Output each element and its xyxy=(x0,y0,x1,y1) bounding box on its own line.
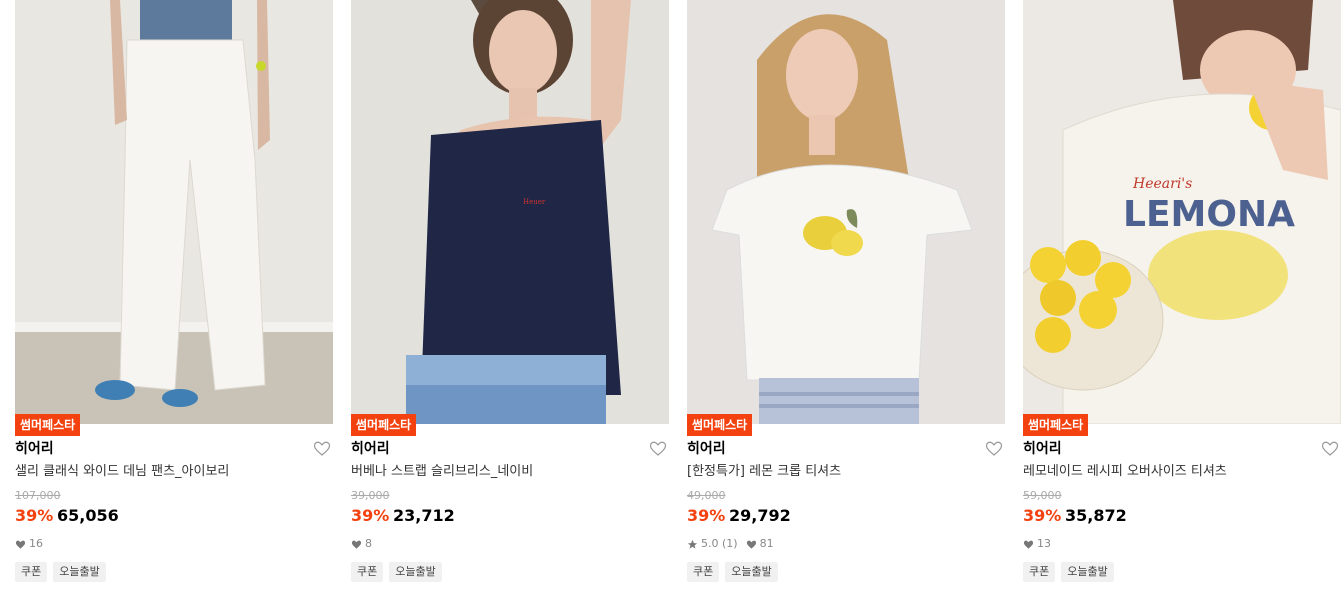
product-stats: 16 xyxy=(15,537,51,551)
like-count: 13 xyxy=(1023,537,1051,551)
tag-list: 쿠폰 오늘출발 xyxy=(351,562,448,582)
product-card[interactable]: Heeari's LEMONA 썸머페스타 히어리 레모네이드 레시피 오버사이… xyxy=(1023,0,1341,603)
product-grid: 썸머페스타 히어리 샐리 클래식 와이드 데님 팬츠_아이보리 107,000 … xyxy=(0,0,1344,603)
wishlist-heart-icon[interactable] xyxy=(313,440,331,458)
sale-price: 65,056 xyxy=(57,506,119,525)
product-card[interactable]: 썸머페스타 히어리 [한정특가] 레몬 크롭 티셔츠 49,000 39% 29… xyxy=(687,0,1005,603)
star-icon xyxy=(687,539,698,549)
product-card[interactable]: Heuer 썸머페스타 히어리 버베나 스트랩 슬리브리스_네이비 39,000… xyxy=(351,0,669,603)
rating: 5.0 (1) xyxy=(687,537,738,551)
promo-badge: 썸머페스타 xyxy=(1023,414,1089,436)
svg-text:LEMONA: LEMONA xyxy=(1123,194,1295,235)
wishlist-heart-icon[interactable] xyxy=(1321,440,1339,458)
original-price: 107,000 xyxy=(15,489,61,502)
brand-name[interactable]: 히어리 xyxy=(351,440,390,458)
product-image[interactable] xyxy=(687,0,1005,424)
discount-rate: 39% xyxy=(351,506,390,525)
product-name[interactable]: 레모네이드 레시피 오버사이즈 티셔츠 xyxy=(1023,463,1227,481)
promo-badge: 썸머페스타 xyxy=(15,414,81,436)
sale-price: 29,792 xyxy=(729,506,791,525)
tag-today-shipping: 오늘출발 xyxy=(53,562,106,582)
product-stats: 8 xyxy=(351,537,380,551)
like-count-value: 13 xyxy=(1037,537,1051,550)
like-count-value: 81 xyxy=(759,537,774,550)
product-image[interactable]: Heuer xyxy=(351,0,669,424)
product-name[interactable]: 버베나 스트랩 슬리브리스_네이비 xyxy=(351,463,533,481)
tag-coupon: 쿠폰 xyxy=(15,562,48,582)
promo-badge: 썸머페스타 xyxy=(687,414,753,436)
product-name[interactable]: [한정특가] 레몬 크롭 티셔츠 xyxy=(687,463,841,481)
rating-value: 5.0 (1) xyxy=(701,537,738,550)
tag-today-shipping: 오늘출발 xyxy=(389,562,442,582)
sale-price: 35,872 xyxy=(1065,506,1127,525)
like-count: 16 xyxy=(15,537,43,551)
heart-icon xyxy=(746,540,756,549)
original-price: 49,000 xyxy=(687,489,726,502)
product-card[interactable]: 썸머페스타 히어리 샐리 클래식 와이드 데님 팬츠_아이보리 107,000 … xyxy=(15,0,333,603)
tag-coupon: 쿠폰 xyxy=(1023,562,1056,582)
tag-list: 쿠폰 오늘출발 xyxy=(687,562,784,582)
heart-icon xyxy=(1023,540,1034,549)
tag-today-shipping: 오늘출발 xyxy=(1061,562,1114,582)
svg-text:Heeari's: Heeari's xyxy=(1132,176,1192,192)
svg-text:Heuer: Heuer xyxy=(523,198,546,206)
tag-coupon: 쿠폰 xyxy=(351,562,384,582)
wishlist-heart-icon[interactable] xyxy=(985,440,1003,458)
tag-coupon: 쿠폰 xyxy=(687,562,720,582)
like-count-value: 8 xyxy=(365,537,372,550)
brand-name[interactable]: 히어리 xyxy=(687,440,726,458)
product-name[interactable]: 샐리 클래식 와이드 데님 팬츠_아이보리 xyxy=(15,463,229,481)
product-stats: 13 xyxy=(1023,537,1059,551)
brand-name[interactable]: 히어리 xyxy=(15,440,54,458)
product-stats: 5.0 (1) 81 xyxy=(687,537,782,551)
discount-rate: 39% xyxy=(687,506,726,525)
wishlist-heart-icon[interactable] xyxy=(649,440,667,458)
tag-list: 쿠폰 오늘출발 xyxy=(15,562,112,582)
product-image[interactable] xyxy=(15,0,333,424)
brand-name[interactable]: 히어리 xyxy=(1023,440,1062,458)
original-price: 39,000 xyxy=(351,489,390,502)
product-image[interactable]: Heeari's LEMONA xyxy=(1023,0,1341,424)
promo-badge: 썸머페스타 xyxy=(351,414,417,436)
tag-list: 쿠폰 오늘출발 xyxy=(1023,562,1120,582)
sale-price: 23,712 xyxy=(393,506,455,525)
heart-icon xyxy=(351,540,362,549)
tag-today-shipping: 오늘출발 xyxy=(725,562,778,582)
like-count-value: 16 xyxy=(29,537,43,550)
like-count: 81 xyxy=(746,537,774,551)
original-price: 59,000 xyxy=(1023,489,1062,502)
heart-icon xyxy=(15,540,26,549)
like-count: 8 xyxy=(351,537,372,551)
discount-rate: 39% xyxy=(1023,506,1062,525)
discount-rate: 39% xyxy=(15,506,54,525)
